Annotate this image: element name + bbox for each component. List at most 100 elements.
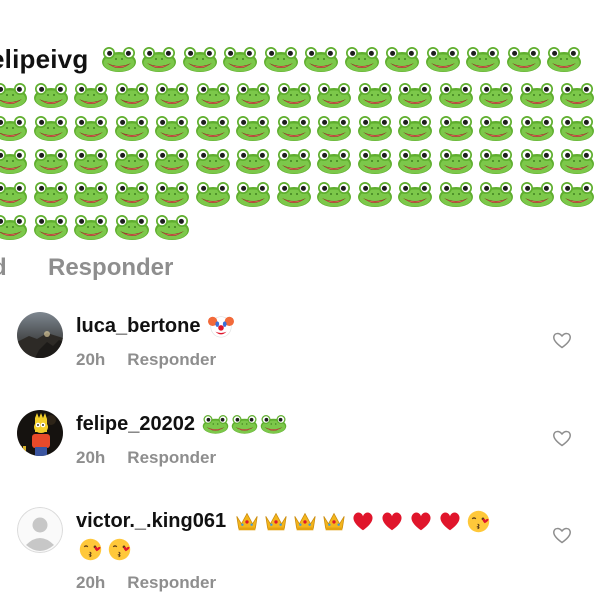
avatar-image xyxy=(17,410,63,456)
frog-icon xyxy=(395,177,436,210)
frog-icon xyxy=(259,410,288,438)
kiss-face-icon xyxy=(464,507,493,535)
frog-icon xyxy=(71,210,112,243)
frog-icon xyxy=(0,111,31,144)
main-comment-meta: d Responder xyxy=(0,254,173,282)
frog-icon xyxy=(355,78,396,111)
frog-icon xyxy=(436,177,477,210)
frog-icon xyxy=(274,144,315,177)
crown-icon xyxy=(261,507,290,535)
frog-icon xyxy=(260,43,301,76)
username[interactable]: luca_bertone xyxy=(76,315,200,338)
frog-icon xyxy=(152,210,193,243)
frog-icon xyxy=(476,177,517,210)
reply-text: felipe_20202 xyxy=(76,410,516,438)
like-heart-icon[interactable] xyxy=(552,331,572,349)
frog-icon xyxy=(233,78,274,111)
frog-icon xyxy=(395,144,436,177)
like-heart-icon[interactable] xyxy=(552,526,572,544)
crown-icon xyxy=(290,507,319,535)
frog-icon xyxy=(314,144,355,177)
comment-line xyxy=(0,78,600,111)
frog-icon xyxy=(476,78,517,111)
red-heart-icon xyxy=(348,507,377,535)
frog-icon xyxy=(517,78,558,111)
frog-icon xyxy=(436,144,477,177)
avatar[interactable] xyxy=(17,410,63,456)
frog-icon xyxy=(436,111,477,144)
red-heart-icon xyxy=(377,507,406,535)
frog-icon xyxy=(233,144,274,177)
reply-button[interactable]: Responder xyxy=(127,350,216,370)
clown-face-icon xyxy=(206,312,235,340)
avatar[interactable] xyxy=(17,312,63,358)
comment-line xyxy=(0,111,600,144)
frog-icon xyxy=(152,144,193,177)
frog-icon xyxy=(274,78,315,111)
crown-icon xyxy=(232,507,261,535)
frog-icon xyxy=(31,177,72,210)
frog-icon xyxy=(112,111,153,144)
reply-time: 20h xyxy=(76,350,106,369)
frog-icon xyxy=(31,78,72,111)
frog-icon xyxy=(0,210,31,243)
reply-button[interactable]: Responder xyxy=(127,573,216,593)
avatar-image xyxy=(17,312,63,358)
frog-icon xyxy=(557,111,598,144)
frog-icon xyxy=(112,144,153,177)
frog-icon xyxy=(503,43,544,76)
frog-icon xyxy=(233,177,274,210)
frog-icon xyxy=(112,177,153,210)
frog-icon xyxy=(517,177,558,210)
frog-icon xyxy=(314,177,355,210)
frog-icon xyxy=(517,111,558,144)
frog-icon xyxy=(193,111,234,144)
main-comment-text: elipeivg xyxy=(0,40,600,243)
default-avatar-icon xyxy=(17,507,63,553)
comment-line: elipeivg xyxy=(0,40,600,78)
frog-icon xyxy=(355,177,396,210)
reply-text: luca_bertone xyxy=(76,312,516,340)
frog-icon xyxy=(395,111,436,144)
kiss-face-icon xyxy=(76,535,105,563)
frog-icon xyxy=(152,177,193,210)
frog-icon xyxy=(98,43,139,76)
frog-icon xyxy=(230,410,259,438)
frog-icon xyxy=(422,43,463,76)
frog-icon xyxy=(274,111,315,144)
frog-icon xyxy=(193,144,234,177)
frog-icon xyxy=(476,111,517,144)
frog-icon xyxy=(382,43,423,76)
reply-time: 20h xyxy=(76,448,106,467)
frog-icon xyxy=(274,177,315,210)
main-comment-time: d xyxy=(0,254,48,282)
reply-body: victor._.king061 20h Responder xyxy=(76,507,516,593)
main-comment: elipeivg xyxy=(0,40,600,243)
reply-button[interactable]: Responder xyxy=(48,254,173,282)
frog-icon xyxy=(463,43,504,76)
frog-icon xyxy=(341,43,382,76)
frog-icon xyxy=(193,177,234,210)
frog-icon xyxy=(517,144,558,177)
frog-icon xyxy=(31,111,72,144)
frog-icon xyxy=(0,144,31,177)
frog-icon xyxy=(152,111,193,144)
comment-line xyxy=(0,210,600,243)
default-avatar[interactable] xyxy=(17,507,63,553)
frog-icon xyxy=(31,144,72,177)
reply-meta: 20h Responder xyxy=(76,448,516,468)
reply-button[interactable]: Responder xyxy=(127,448,216,468)
frog-icon xyxy=(220,43,261,76)
frog-icon xyxy=(71,177,112,210)
username[interactable]: elipeivg xyxy=(0,44,88,75)
username[interactable]: felipe_20202 xyxy=(76,413,195,436)
frog-icon xyxy=(355,111,396,144)
username[interactable]: victor._.king061 xyxy=(76,510,226,533)
frog-icon xyxy=(395,78,436,111)
reply-body: felipe_20202 20h Responder xyxy=(76,410,516,468)
like-heart-icon[interactable] xyxy=(552,429,572,447)
frog-icon xyxy=(71,78,112,111)
frog-icon xyxy=(71,144,112,177)
reply-meta: 20h Responder xyxy=(76,573,516,593)
frog-icon xyxy=(355,144,396,177)
